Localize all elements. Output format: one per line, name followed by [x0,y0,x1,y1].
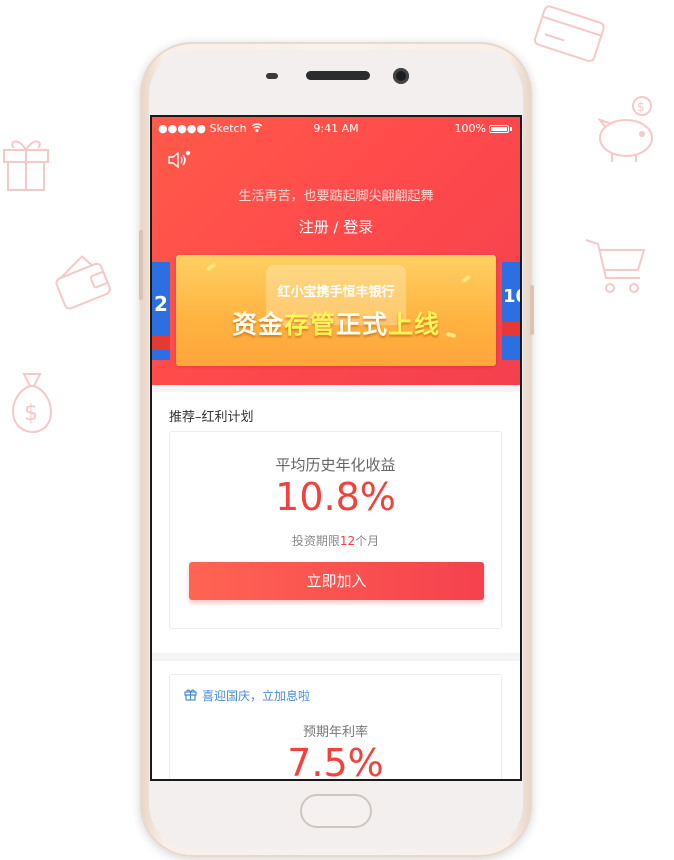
front-camera [393,68,409,84]
section-title: 推荐–红利计划 [169,410,254,425]
hero-header: ●●●●● Sketch 9:41 AM 100% 生活再苦，也要踮起脚尖翩翩起… [152,117,520,385]
status-bar: ●●●●● Sketch 9:41 AM 100% [152,122,520,136]
credit-card-icon [530,0,610,70]
svg-text:$: $ [24,401,38,426]
home-button[interactable] [300,794,372,828]
gift-icon [0,128,54,194]
avg-yield-rate: 10.8% [275,475,396,519]
register-login-link[interactable]: 注册 / 登录 [152,216,520,237]
slogan-text: 生活再苦，也要踮起脚尖翩翩起舞 [238,189,434,204]
battery-icon [489,124,509,133]
join-now-button[interactable]: 立即加入 [189,562,484,600]
gift-icon [184,688,197,704]
power-button [530,285,534,335]
banner-next-text: 10 [503,286,520,307]
term-text: 投资期限12个月 [291,534,380,548]
proximity-sensor [266,73,278,79]
avg-yield-label: 平均历史年化收益 [275,456,396,474]
banner-title: 资金存管正式上线 [231,310,441,339]
wallet-icon [48,248,118,318]
piggy-bank-icon: $ [592,90,664,166]
promo-banner[interactable]: 红小宝携手恒丰银行 资金存管正式上线 [176,255,496,366]
plan-card[interactable]: 平均历史年化收益 10.8% 投资期限12个月 立即加入 [169,431,502,629]
banner-prev-peek[interactable]: 2 [152,262,170,360]
battery-percent: 100% [454,122,486,135]
speaker-icon[interactable] [167,150,191,174]
volume-button [139,230,143,300]
money-bag-icon: $ [2,364,64,438]
app-screen: ●●●●● Sketch 9:41 AM 100% 生活再苦，也要踮起脚尖翩翩起… [150,115,522,781]
promo-tag-label: 喜迎国庆，立加息啦 [202,689,311,703]
promo-tag: 喜迎国庆，立加息啦 [184,687,310,704]
banner-next-peek[interactable]: 10 [502,262,520,360]
earpiece-speaker [306,71,370,80]
promo-section: 喜迎国庆，立加息啦 预期年利率 7.5% [152,661,520,781]
promo-card[interactable]: 喜迎国庆，立加息啦 预期年利率 7.5% [169,674,502,781]
banner-subtitle: 红小宝携手恒丰银行 [277,285,395,300]
banner-prev-text: 2 [154,292,168,316]
svg-text:$: $ [637,100,645,114]
shopping-cart-icon [578,226,654,302]
recommend-section: 推荐–红利计划 平均历史年化收益 10.8% 投资期限12个月 立即加入 [152,392,520,653]
expected-rate-label: 预期年利率 [302,725,368,740]
expected-rate: 7.5% [287,741,384,781]
